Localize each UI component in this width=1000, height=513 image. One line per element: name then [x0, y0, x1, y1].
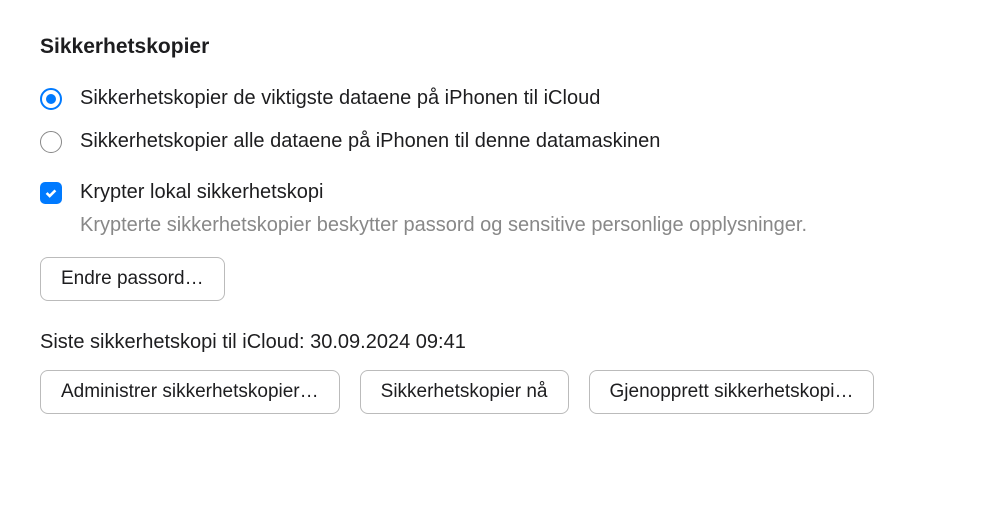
backup-actions-row: Administrer sikkerhetskopier… Sikkerhets…: [40, 370, 960, 414]
radio-row-icloud[interactable]: Sikkerhetskopier de viktigste dataene på…: [40, 87, 960, 110]
radio-icloud-label: Sikkerhetskopier de viktigste dataene på…: [80, 87, 600, 110]
encrypt-section: Krypter lokal sikkerhetskopi Krypterte s…: [40, 181, 960, 237]
restore-backup-button[interactable]: Gjenopprett sikkerhetskopi…: [589, 370, 875, 414]
encrypt-label: Krypter lokal sikkerhetskopi: [80, 181, 323, 204]
backup-now-button[interactable]: Sikkerhetskopier nå: [360, 370, 569, 414]
backup-radio-group: Sikkerhetskopier de viktigste dataene på…: [40, 87, 960, 153]
encrypt-helper-text: Krypterte sikkerhetskopier beskytter pas…: [80, 214, 960, 237]
radio-local-label: Sikkerhetskopier alle dataene på iPhonen…: [80, 130, 660, 153]
last-backup-status: Siste sikkerhetskopi til iCloud: 30.09.2…: [40, 331, 960, 354]
radio-local-icon: [40, 131, 62, 153]
manage-backups-button[interactable]: Administrer sikkerhetskopier…: [40, 370, 340, 414]
change-password-button[interactable]: Endre passord…: [40, 257, 225, 301]
checkbox-checked-icon: [40, 182, 62, 204]
radio-row-local[interactable]: Sikkerhetskopier alle dataene på iPhonen…: [40, 130, 960, 153]
section-title: Sikkerhetskopier: [40, 35, 960, 59]
radio-icloud-icon: [40, 88, 62, 110]
encrypt-checkbox-row[interactable]: Krypter lokal sikkerhetskopi: [40, 181, 960, 204]
